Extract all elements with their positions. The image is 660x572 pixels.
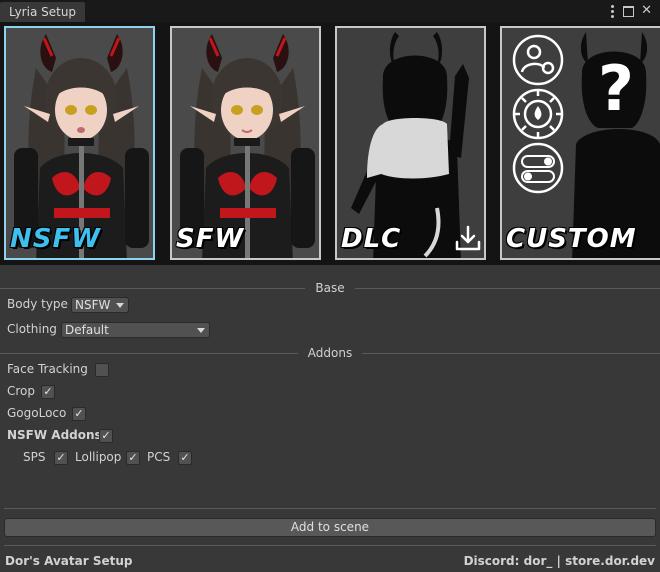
sps-label: SPS: [23, 450, 46, 464]
card-dlc[interactable]: DLC: [335, 26, 486, 260]
card-nsfw[interactable]: NSFW: [4, 26, 155, 260]
toggle-icon: [512, 142, 564, 194]
window-buttons: ✕: [609, 2, 652, 20]
maximize-icon[interactable]: [623, 5, 635, 17]
character-variant-cards: NSFW SFW DLC ? CUSTOM: [0, 22, 660, 265]
gogoloco-checkbox[interactable]: ✓: [72, 407, 86, 421]
window-tab[interactable]: Lyria Setup: [0, 2, 86, 22]
pcs-checkbox[interactable]: ✓: [178, 451, 192, 465]
body-type-label: Body type: [7, 297, 68, 311]
crop-label: Crop: [7, 384, 36, 398]
dropdown-arrow-icon: [197, 328, 205, 333]
body-type-value: NSFW: [75, 298, 111, 312]
sun-drop-icon: [512, 88, 564, 140]
face-tracking-checkbox[interactable]: [95, 363, 109, 377]
card-label: SFW: [176, 224, 245, 254]
section-header-addons: Addons: [0, 346, 660, 360]
lollipop-label: Lollipop: [75, 450, 122, 464]
clothing-value: Default: [65, 323, 109, 337]
sps-checkbox[interactable]: ✓: [54, 451, 68, 465]
nsfw-addons-checkbox[interactable]: ✓: [99, 429, 113, 443]
card-label: CUSTOM: [506, 224, 637, 254]
divider: [4, 508, 656, 509]
face-tracking-label: Face Tracking: [7, 362, 88, 376]
gogoloco-label: GogoLoco: [7, 406, 67, 420]
clothing-dropdown[interactable]: Default: [61, 322, 210, 338]
lollipop-checkbox[interactable]: ✓: [126, 451, 140, 465]
dropdown-arrow-icon: [116, 303, 124, 308]
clothing-label: Clothing: [7, 322, 57, 336]
card-custom[interactable]: ? CUSTOM: [500, 26, 660, 260]
card-label: DLC: [341, 224, 402, 254]
close-icon[interactable]: ✕: [641, 2, 652, 20]
window-title-bar: Lyria Setup ✕: [0, 0, 660, 22]
add-to-scene-button[interactable]: Add to scene: [4, 518, 656, 537]
footer-credit: Dor's Avatar Setup: [5, 554, 133, 568]
section-header-base: Base: [0, 281, 660, 295]
user-settings-icon: [512, 34, 564, 86]
pcs-label: PCS: [147, 450, 171, 464]
nsfw-addons-label: NSFW Addons: [7, 428, 102, 442]
divider: [4, 545, 656, 546]
download-icon[interactable]: [453, 224, 483, 254]
card-sfw[interactable]: SFW: [170, 26, 321, 260]
more-options-icon[interactable]: [609, 4, 616, 18]
question-mark-icon: ?: [598, 52, 634, 125]
card-label: NSFW: [10, 224, 101, 254]
crop-checkbox[interactable]: ✓: [41, 385, 55, 399]
body-type-dropdown[interactable]: NSFW: [71, 297, 129, 313]
footer-links[interactable]: Discord: dor_ | store.dor.dev: [464, 554, 655, 568]
custom-icons-column: [512, 34, 564, 194]
